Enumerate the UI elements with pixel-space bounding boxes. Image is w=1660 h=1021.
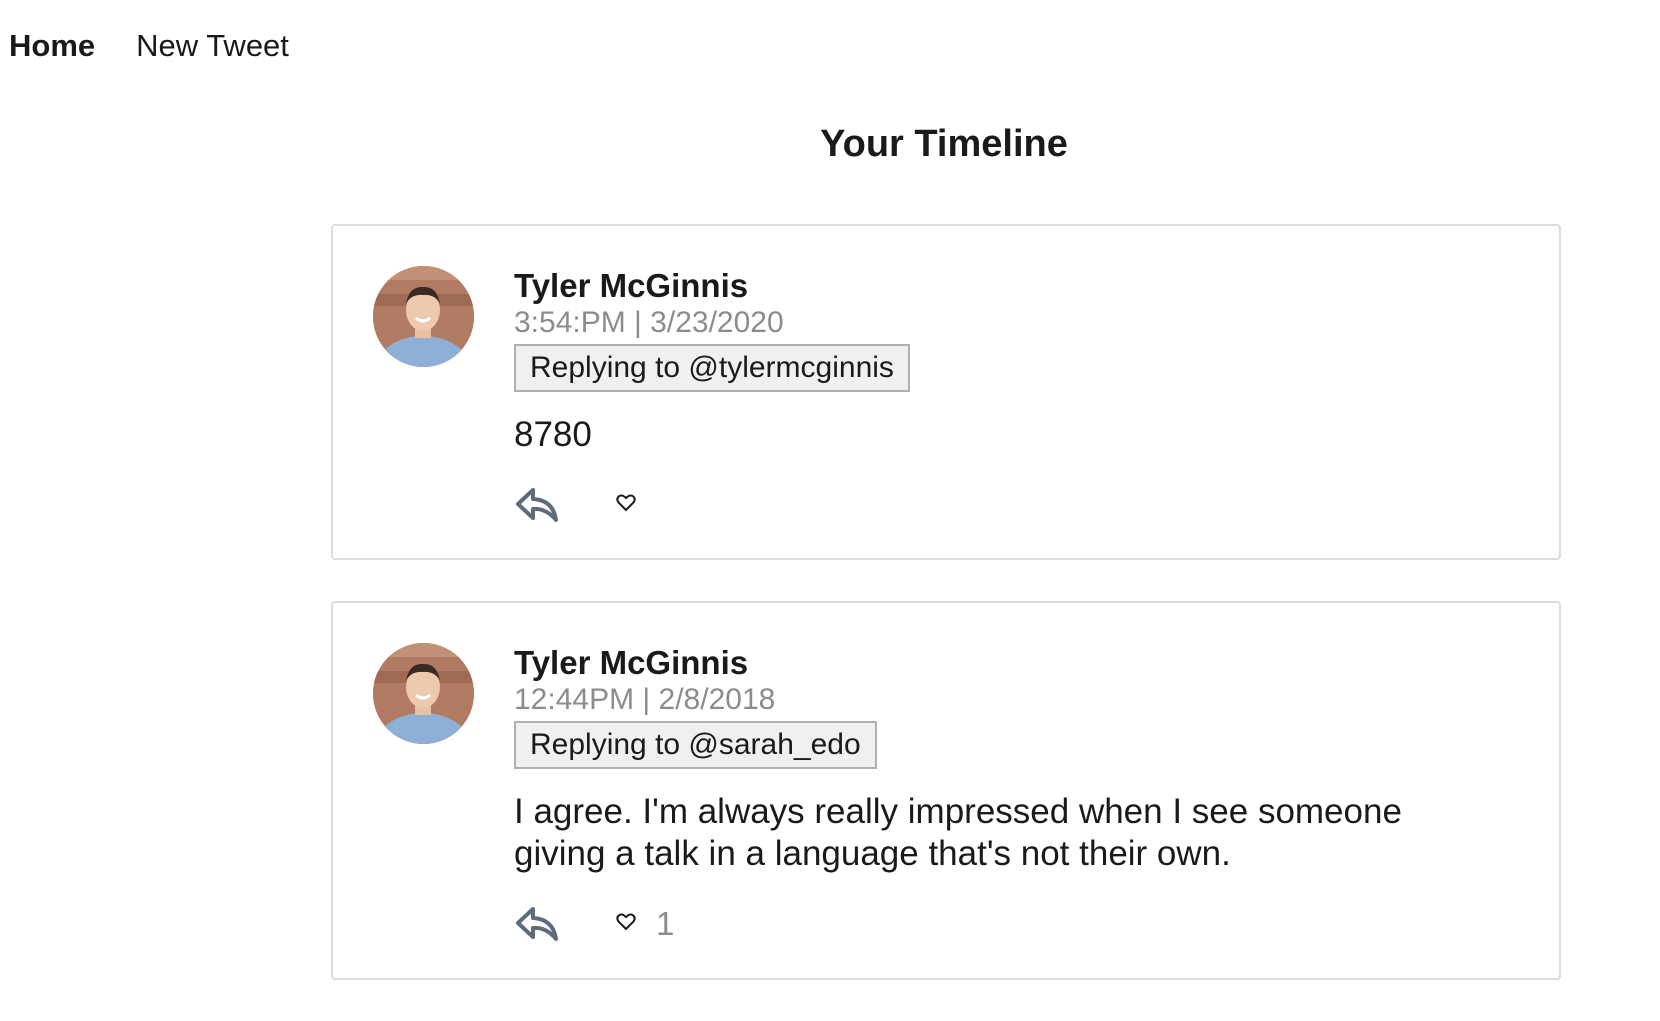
avatar [373, 643, 474, 744]
tweet-author: Tyler McGinnis [514, 267, 749, 304]
heart-outline-icon [616, 494, 636, 517]
tweet-card[interactable]: Tyler McGinnis 3:54:PM | 3/23/2020 Reply… [331, 224, 1561, 560]
tweet-info: Tyler McGinnis 3:54:PM | 3/23/2020 Reply… [514, 266, 1499, 528]
like-button[interactable] [616, 494, 656, 517]
tweet-actions: 1 [514, 901, 1499, 947]
tweet-card[interactable]: Tyler McGinnis 12:44PM | 2/8/2018 Replyi… [331, 601, 1561, 980]
replying-to-button[interactable]: Replying to @tylermcginnis [514, 344, 910, 392]
top-nav: Home New Tweet [9, 28, 289, 64]
tweet-date: 12:44PM | 2/8/2018 [514, 683, 776, 716]
like-count: 1 [656, 905, 675, 942]
tweet-date: 3:54:PM | 3/23/2020 [514, 306, 784, 339]
tweet-author: Tyler McGinnis [514, 644, 749, 681]
timeline-list: Tyler McGinnis 3:54:PM | 3/23/2020 Reply… [331, 224, 1561, 1021]
page-title: Your Timeline [820, 123, 1068, 165]
avatar [373, 266, 474, 367]
heart-outline-icon [616, 913, 636, 936]
nav-new-tweet-link[interactable]: New Tweet [136, 28, 289, 64]
tweet-info: Tyler McGinnis 12:44PM | 2/8/2018 Replyi… [514, 643, 1499, 947]
tweet-text: I agree. I'm always really impressed whe… [514, 792, 1402, 873]
reply-icon[interactable] [514, 903, 560, 945]
tweet-actions [514, 482, 1499, 528]
reply-icon[interactable] [514, 484, 560, 526]
nav-home-link[interactable]: Home [9, 28, 95, 64]
replying-to-button[interactable]: Replying to @sarah_edo [514, 721, 877, 769]
tweet-text: 8780 [514, 415, 592, 454]
like-button[interactable]: 1 [616, 905, 674, 943]
